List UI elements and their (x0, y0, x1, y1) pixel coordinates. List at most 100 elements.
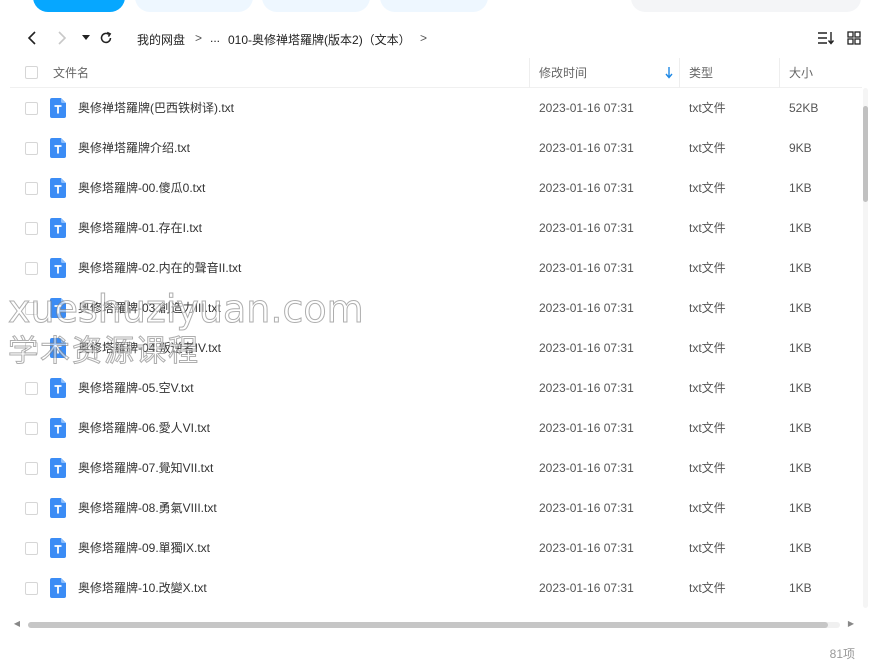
row-checkbox[interactable] (25, 542, 38, 555)
scroll-left-icon[interactable]: ◀ (12, 618, 22, 630)
modified-time: 2023-01-16 07:31 (539, 101, 634, 115)
row-checkbox[interactable] (25, 342, 38, 355)
row-checkbox[interactable] (25, 102, 38, 115)
horizontal-scrollbar[interactable]: ◀ ▶ (10, 618, 860, 630)
file-name[interactable]: 奥修塔羅牌-04.叛逆者IV.txt (78, 328, 221, 368)
modified-time: 2023-01-16 07:31 (539, 221, 634, 235)
vertical-scrollbar[interactable] (861, 88, 869, 608)
file-name[interactable]: 奥修禅塔羅牌(巴西铁树译).txt (78, 88, 234, 128)
breadcrumb-separator: > (420, 31, 428, 45)
new-folder-button[interactable] (135, 0, 253, 12)
txt-file-icon (50, 298, 66, 318)
select-all-checkbox[interactable] (25, 66, 38, 79)
more-actions-button[interactable] (380, 0, 488, 12)
file-name[interactable]: 奥修塔羅牌-07.覺知VII.txt (78, 448, 213, 488)
file-name[interactable]: 奥修塔羅牌-05.空V.txt (78, 368, 194, 408)
table-row[interactable]: 奥修禅塔羅牌介绍.txt 2023-01-16 07:31 txt文件 9KB (10, 128, 862, 168)
column-divider[interactable] (529, 58, 530, 88)
row-checkbox[interactable] (25, 502, 38, 515)
modified-time: 2023-01-16 07:31 (539, 141, 634, 155)
txt-file-icon (50, 498, 66, 518)
txt-file-icon (50, 458, 66, 478)
breadcrumb-separator: > (195, 31, 203, 45)
file-size: 52KB (789, 101, 819, 115)
horizontal-scroll-thumb[interactable] (28, 622, 828, 628)
file-type: txt文件 (689, 141, 726, 155)
column-header-type[interactable]: 类型 (689, 58, 713, 88)
file-name[interactable]: 奥修塔羅牌-06.愛人VI.txt (78, 408, 210, 448)
row-checkbox[interactable] (25, 582, 38, 595)
row-checkbox[interactable] (25, 422, 38, 435)
grid-view-icon[interactable] (844, 28, 864, 48)
table-row[interactable]: 奥修禅塔羅牌(巴西铁树译).txt 2023-01-16 07:31 txt文件… (10, 88, 862, 128)
chevron-right-icon[interactable] (52, 28, 72, 48)
modified-time: 2023-01-16 07:31 (539, 261, 634, 275)
file-name[interactable]: 奥修塔羅牌-09.單獨IX.txt (78, 528, 210, 568)
table-row[interactable]: 奥修塔羅牌-10.改變X.txt 2023-01-16 07:31 txt文件 … (10, 568, 862, 608)
scroll-right-icon[interactable]: ▶ (846, 618, 856, 630)
file-name[interactable]: 奥修塔羅牌-01.存在I.txt (78, 208, 202, 248)
offline-download-button[interactable] (262, 0, 370, 12)
table-row[interactable]: 奥修塔羅牌-00.傻瓜0.txt 2023-01-16 07:31 txt文件 … (10, 168, 862, 208)
file-name[interactable]: 奥修塔羅牌-08.勇氣VIII.txt (78, 488, 217, 528)
row-checkbox[interactable] (25, 462, 38, 475)
txt-file-icon (50, 258, 66, 278)
file-size: 1KB (789, 501, 812, 515)
file-name[interactable]: 奥修塔羅牌-10.改變X.txt (78, 568, 207, 608)
table-row[interactable]: 奥修塔羅牌-02.内在的聲音II.txt 2023-01-16 07:31 tx… (10, 248, 862, 288)
table-row[interactable]: 奥修塔羅牌-09.單獨IX.txt 2023-01-16 07:31 txt文件… (10, 528, 862, 568)
row-checkbox[interactable] (25, 302, 38, 315)
refresh-icon[interactable] (96, 28, 116, 48)
modified-time: 2023-01-16 07:31 (539, 541, 634, 555)
file-name[interactable]: 奥修塔羅牌-00.傻瓜0.txt (78, 168, 205, 208)
modified-time: 2023-01-16 07:31 (539, 341, 634, 355)
file-name[interactable]: 奥修禅塔羅牌介绍.txt (78, 128, 190, 168)
file-name[interactable]: 奥修塔羅牌-02.内在的聲音II.txt (78, 248, 241, 288)
row-checkbox[interactable] (25, 222, 38, 235)
file-size: 1KB (789, 221, 812, 235)
vertical-scroll-thumb[interactable] (863, 106, 868, 202)
sort-desc-arrow-icon[interactable] (665, 67, 673, 82)
breadcrumb-root[interactable]: 我的网盘 (137, 31, 185, 48)
file-size: 1KB (789, 261, 812, 275)
column-header-name[interactable]: 文件名 (53, 58, 89, 88)
file-name[interactable]: 奥修塔羅牌-03.創造力III.txt (78, 288, 221, 328)
file-type: txt文件 (689, 421, 726, 435)
modified-time: 2023-01-16 07:31 (539, 461, 634, 475)
sort-icon[interactable] (816, 28, 836, 48)
table-row[interactable]: 奥修塔羅牌-04.叛逆者IV.txt 2023-01-16 07:31 txt文… (10, 328, 862, 368)
horizontal-scroll-track[interactable] (28, 622, 840, 628)
column-divider[interactable] (779, 58, 780, 88)
table-row[interactable]: 奥修塔羅牌-08.勇氣VIII.txt 2023-01-16 07:31 txt… (10, 488, 862, 528)
txt-file-icon (50, 578, 66, 598)
txt-file-icon (50, 138, 66, 158)
column-header-size[interactable]: 大小 (789, 58, 813, 88)
file-type: txt文件 (689, 501, 726, 515)
row-checkbox[interactable] (25, 142, 38, 155)
modified-time: 2023-01-16 07:31 (539, 301, 634, 315)
item-count: 81项 (829, 647, 855, 661)
table-row[interactable]: 奥修塔羅牌-05.空V.txt 2023-01-16 07:31 txt文件 1… (10, 368, 862, 408)
txt-file-icon (50, 178, 66, 198)
row-checkbox[interactable] (25, 382, 38, 395)
table-row[interactable]: 奥修塔羅牌-01.存在I.txt 2023-01-16 07:31 txt文件 … (10, 208, 862, 248)
table-row[interactable]: 奥修塔羅牌-03.創造力III.txt 2023-01-16 07:31 txt… (10, 288, 862, 328)
txt-file-icon (50, 218, 66, 238)
row-checkbox[interactable] (25, 262, 38, 275)
modified-time: 2023-01-16 07:31 (539, 421, 634, 435)
chevron-left-icon[interactable] (22, 28, 42, 48)
txt-file-icon (50, 338, 66, 358)
search-input[interactable] (631, 0, 861, 12)
table-row[interactable]: 奥修塔羅牌-06.愛人VI.txt 2023-01-16 07:31 txt文件… (10, 408, 862, 448)
table-row[interactable]: 奥修塔羅牌-07.覺知VII.txt 2023-01-16 07:31 txt文… (10, 448, 862, 488)
caret-down-icon[interactable] (76, 28, 96, 48)
file-type: txt文件 (689, 461, 726, 475)
file-size: 1KB (789, 581, 812, 595)
modified-time: 2023-01-16 07:31 (539, 501, 634, 515)
breadcrumb-ellipsis[interactable]: ... (210, 31, 220, 45)
file-type: txt文件 (689, 181, 726, 195)
upload-button[interactable] (33, 0, 125, 12)
row-checkbox[interactable] (25, 182, 38, 195)
column-divider[interactable] (679, 58, 680, 88)
column-header-time[interactable]: 修改时间 (539, 58, 587, 88)
